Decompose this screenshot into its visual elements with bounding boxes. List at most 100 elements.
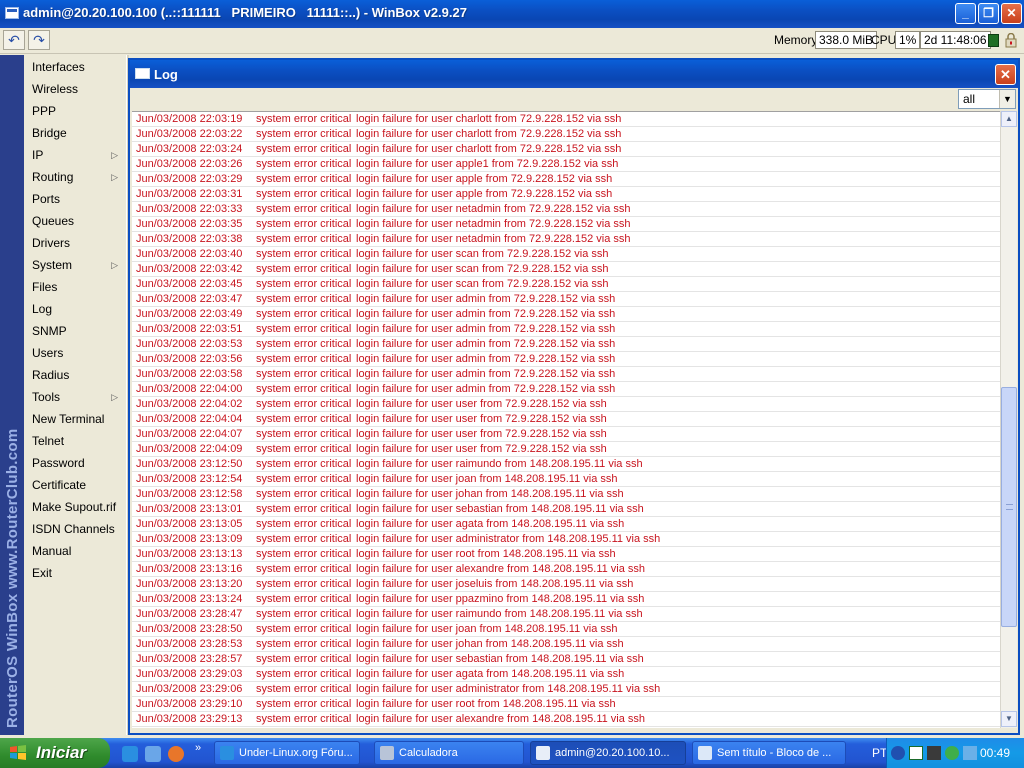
log-row[interactable]: Jun/03/2008 22:03:53 system error critica…: [132, 337, 1000, 352]
menu-item-bridge[interactable]: Bridge: [24, 123, 124, 144]
log-row[interactable]: Jun/03/2008 23:13:09 system error critica…: [132, 532, 1000, 547]
log-row[interactable]: Jun/03/2008 23:29:13 system error critica…: [132, 712, 1000, 727]
security-icon[interactable]: [927, 746, 941, 760]
log-row[interactable]: Jun/03/2008 23:29:10 system error critica…: [132, 697, 1000, 712]
log-row[interactable]: Jun/03/2008 22:03:26 system error critica…: [132, 157, 1000, 172]
log-filter-select[interactable]: all ▼: [958, 89, 1016, 109]
minimize-button[interactable]: _: [955, 3, 976, 24]
undo-icon: ↶: [8, 32, 20, 48]
undo-button[interactable]: ↶: [3, 30, 25, 50]
log-row[interactable]: Jun/03/2008 23:13:16 system error critica…: [132, 562, 1000, 577]
messenger-icon[interactable]: [945, 746, 959, 760]
scroll-down-button[interactable]: ▼: [1001, 711, 1017, 727]
log-row[interactable]: Jun/03/2008 23:13:24 system error critica…: [132, 592, 1000, 607]
firefox-quicklaunch-icon[interactable]: [168, 746, 184, 762]
log-row[interactable]: Jun/03/2008 23:12:58 system error critica…: [132, 487, 1000, 502]
menu-item-manual[interactable]: Manual: [24, 541, 124, 562]
menu-item-new-terminal[interactable]: New Terminal: [24, 409, 124, 430]
maximize-button[interactable]: ❐: [978, 3, 999, 24]
title-bar[interactable]: admin@20.20.100.100 (..::111111 PRIMEIRO…: [0, 0, 1024, 28]
lock-icon[interactable]: [1004, 33, 1018, 48]
chevron-down-icon[interactable]: ▼: [999, 90, 1015, 108]
log-row[interactable]: Jun/03/2008 22:04:09 system error critica…: [132, 442, 1000, 457]
log-row[interactable]: Jun/03/2008 23:29:03 system error critica…: [132, 667, 1000, 682]
log-row[interactable]: Jun/03/2008 23:12:50 system error critica…: [132, 457, 1000, 472]
log-row[interactable]: Jun/03/2008 23:12:54 system error critica…: [132, 472, 1000, 487]
log-row[interactable]: Jun/03/2008 22:03:24 system error critica…: [132, 142, 1000, 157]
log-scrollbar[interactable]: ▲ ▼: [1000, 111, 1017, 728]
menu-item-telnet[interactable]: Telnet: [24, 431, 124, 452]
log-list[interactable]: Jun/03/2008 22:03:19 system error critica…: [132, 111, 1000, 728]
log-row[interactable]: Jun/03/2008 23:13:20 system error critica…: [132, 577, 1000, 592]
menu-item-ppp[interactable]: PPP: [24, 101, 124, 122]
log-row[interactable]: Jun/03/2008 22:03:40 system error critica…: [132, 247, 1000, 262]
menu-item-drivers[interactable]: Drivers: [24, 233, 124, 254]
log-row[interactable]: Jun/03/2008 22:03:45 system error critica…: [132, 277, 1000, 292]
ie-quicklaunch-icon[interactable]: [122, 746, 138, 762]
menu-item-label: PPP: [32, 104, 57, 118]
taskbar-item[interactable]: Calculadora: [374, 741, 524, 765]
close-button[interactable]: ✕: [1001, 3, 1022, 24]
menu-item-routing[interactable]: Routing ▷: [24, 167, 124, 188]
scroll-up-button[interactable]: ▲: [1001, 111, 1017, 127]
menu-item-snmp[interactable]: SNMP: [24, 321, 124, 342]
log-row[interactable]: Jun/03/2008 22:04:07 system error critica…: [132, 427, 1000, 442]
log-row[interactable]: Jun/03/2008 23:13:13 system error critica…: [132, 547, 1000, 562]
log-row[interactable]: Jun/03/2008 23:28:53 system error critica…: [132, 637, 1000, 652]
log-row[interactable]: Jun/03/2008 22:04:04 system error critica…: [132, 412, 1000, 427]
log-close-button[interactable]: ✕: [995, 64, 1016, 85]
menu-item-wireless[interactable]: Wireless: [24, 79, 124, 100]
taskbar-item[interactable]: Sem título - Bloco de ...: [692, 741, 846, 765]
log-row[interactable]: Jun/03/2008 22:03:35 system error critica…: [132, 217, 1000, 232]
menu-item-users[interactable]: Users: [24, 343, 124, 364]
scrollbar-thumb[interactable]: [1001, 387, 1017, 627]
menu-item-radius[interactable]: Radius: [24, 365, 124, 386]
menu-item-password[interactable]: Password: [24, 453, 124, 474]
log-row[interactable]: Jun/03/2008 22:03:22 system error critica…: [132, 127, 1000, 142]
menu-item-exit[interactable]: Exit: [24, 563, 124, 584]
log-row[interactable]: Jun/03/2008 22:03:33 system error critica…: [132, 202, 1000, 217]
redo-button[interactable]: ↷: [28, 30, 50, 50]
quicklaunch-expand-icon[interactable]: »: [195, 742, 201, 754]
log-row[interactable]: Jun/03/2008 22:03:47 system error critica…: [132, 292, 1000, 307]
log-row[interactable]: Jun/03/2008 23:13:05 system error critica…: [132, 517, 1000, 532]
log-row[interactable]: Jun/03/2008 22:04:02 system error critica…: [132, 397, 1000, 412]
menu-item-make-supout-rif[interactable]: Make Supout.rif: [24, 497, 124, 518]
log-row[interactable]: Jun/03/2008 22:03:58 system error critica…: [132, 367, 1000, 382]
menu-item-tools[interactable]: Tools ▷: [24, 387, 124, 408]
network-icon[interactable]: [963, 746, 977, 760]
log-row[interactable]: Jun/03/2008 23:28:50 system error critica…: [132, 622, 1000, 637]
taskbar-item[interactable]: Under-Linux.org Fóru...: [214, 741, 360, 765]
log-row[interactable]: Jun/03/2008 22:03:51 system error critica…: [132, 322, 1000, 337]
menu-item-ports[interactable]: Ports: [24, 189, 124, 210]
log-row[interactable]: Jun/03/2008 22:03:29 system error critica…: [132, 172, 1000, 187]
log-row[interactable]: Jun/03/2008 22:03:56 system error critica…: [132, 352, 1000, 367]
start-button[interactable]: Iniciar: [0, 738, 110, 768]
menu-item-queues[interactable]: Queues: [24, 211, 124, 232]
log-row[interactable]: Jun/03/2008 22:04:00 system error critica…: [132, 382, 1000, 397]
log-row[interactable]: Jun/03/2008 23:28:57 system error critica…: [132, 652, 1000, 667]
menu-item-isdn-channels[interactable]: ISDN Channels: [24, 519, 124, 540]
log-row[interactable]: Jun/03/2008 23:13:01 system error critica…: [132, 502, 1000, 517]
log-row[interactable]: Jun/03/2008 22:03:31 system error critica…: [132, 187, 1000, 202]
log-row[interactable]: Jun/03/2008 22:03:42 system error critica…: [132, 262, 1000, 277]
antivirus-icon[interactable]: [909, 746, 923, 760]
log-title-bar[interactable]: Log ✕: [130, 60, 1018, 88]
log-time: Jun/03/2008 23:13:01: [136, 503, 243, 515]
menu-item-ip[interactable]: IP ▷: [24, 145, 124, 166]
log-row[interactable]: Jun/03/2008 23:29:06 system error critica…: [132, 682, 1000, 697]
winbox-app-icon[interactable]: [5, 7, 19, 19]
menu-item-certificate[interactable]: Certificate: [24, 475, 124, 496]
desktop-quicklaunch-icon[interactable]: [145, 746, 161, 762]
menu-item-interfaces[interactable]: Interfaces: [24, 57, 124, 78]
log-row[interactable]: Jun/03/2008 23:28:47 system error critica…: [132, 607, 1000, 622]
menu-item-files[interactable]: Files: [24, 277, 124, 298]
menu-item-system[interactable]: System ▷: [24, 255, 124, 276]
tray-back-icon[interactable]: [891, 746, 905, 760]
log-topics: system error critical: [256, 593, 352, 605]
menu-item-log[interactable]: Log: [24, 299, 124, 320]
log-row[interactable]: Jun/03/2008 22:03:49 system error critica…: [132, 307, 1000, 322]
log-row[interactable]: Jun/03/2008 22:03:19 system error critica…: [132, 112, 1000, 127]
log-row[interactable]: Jun/03/2008 22:03:38 system error critica…: [132, 232, 1000, 247]
taskbar-item[interactable]: admin@20.20.100.10...: [530, 741, 686, 765]
